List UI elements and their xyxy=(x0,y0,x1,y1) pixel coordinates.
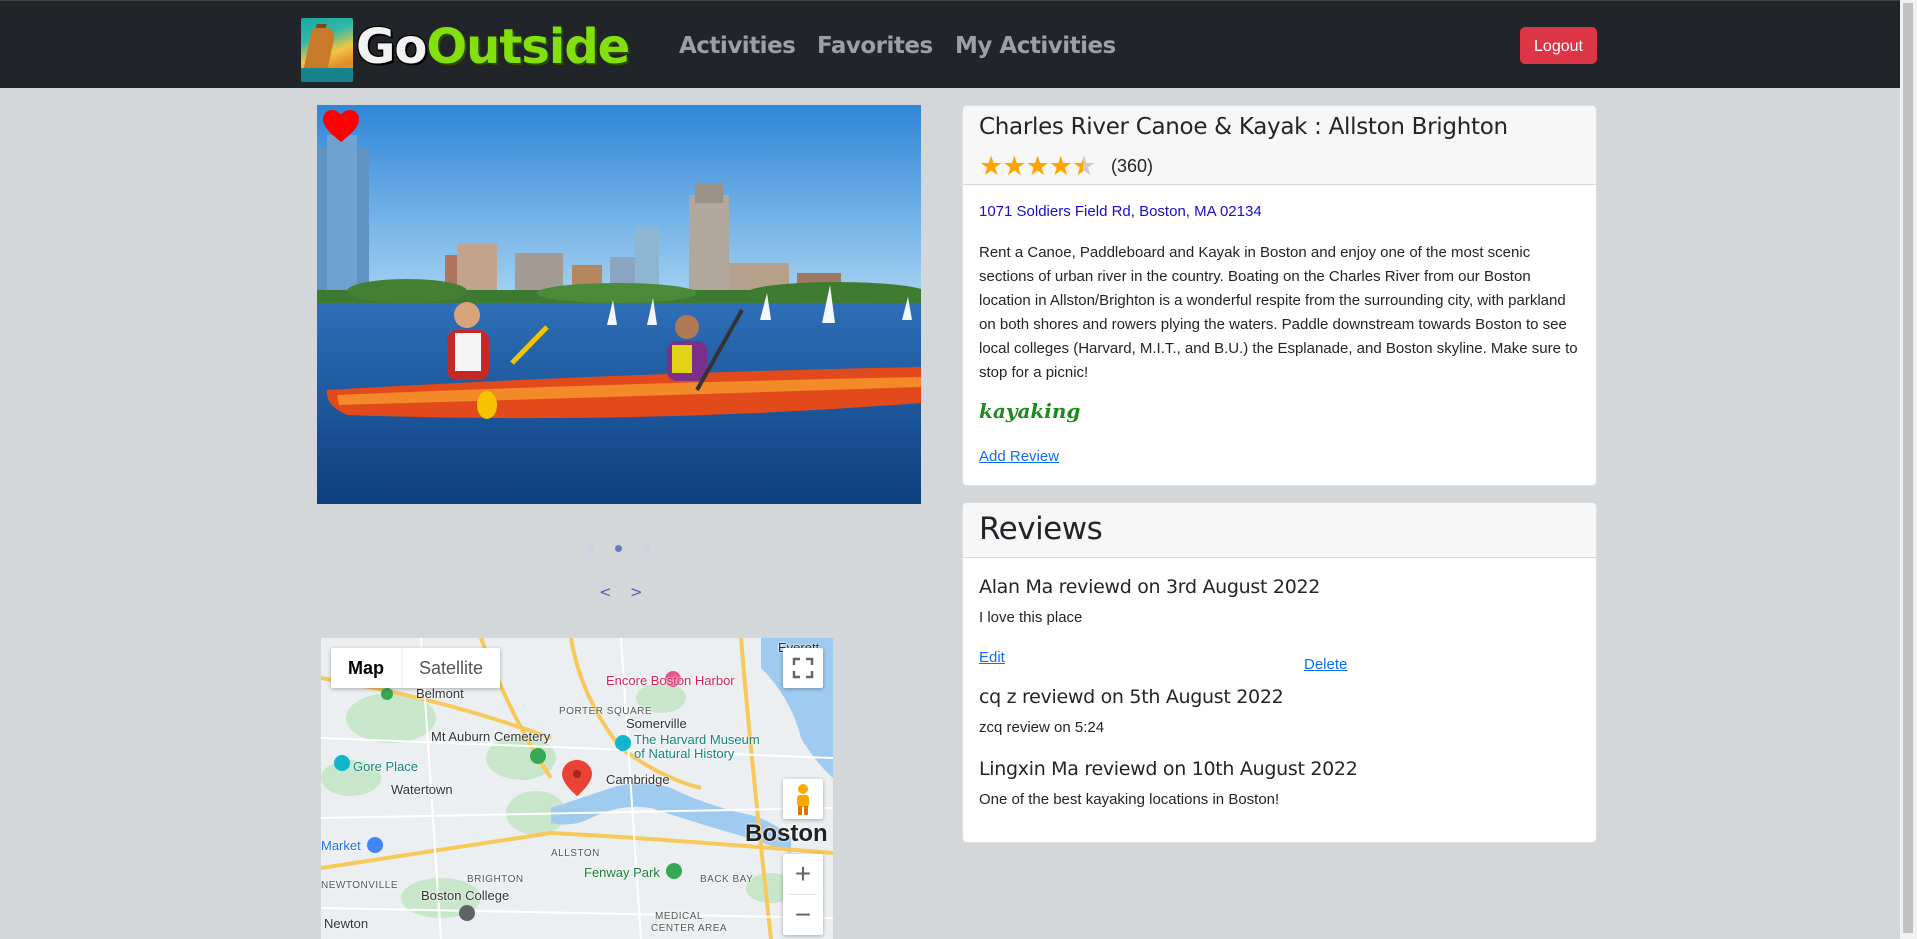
nav-activities[interactable]: Activities xyxy=(679,31,796,61)
map-label-medical-2: CENTER AREA xyxy=(651,923,728,934)
logout-button[interactable]: Logout xyxy=(1520,27,1597,64)
carousel-next-button[interactable]: > xyxy=(630,583,643,601)
map-label-mt-auburn: Mt Auburn Cemetery xyxy=(431,729,551,744)
nav-my-activities[interactable]: My Activities xyxy=(955,31,1116,61)
star-icon: ★ xyxy=(979,151,1003,181)
map-label-harvard-museum-2: of Natural History xyxy=(634,746,735,761)
carousel-prev-button[interactable]: < xyxy=(599,583,612,601)
favorite-heart-icon[interactable] xyxy=(323,110,359,144)
star-icon: ★ xyxy=(1025,151,1049,181)
map-label-fenway: Fenway Park xyxy=(584,865,660,880)
reviews-heading: Reviews xyxy=(979,511,1103,547)
map-label-medical-1: MEDICAL xyxy=(655,911,703,922)
carousel-image xyxy=(317,105,921,504)
rating-count: (360) xyxy=(1111,156,1154,176)
map-label-belmont: Belmont xyxy=(416,686,464,701)
map-label-boston-college: Boston College xyxy=(421,888,510,903)
google-map[interactable]: Everett Encore Boston Harbor Belmont POR… xyxy=(321,638,833,939)
map-label-somerville: Somerville xyxy=(626,716,687,731)
half-star-icon: ★★ xyxy=(1071,151,1096,181)
activity-address-link[interactable]: 1071 Soldiers Field Rd, Boston, MA 02134 xyxy=(979,203,1262,220)
zoom-in-button[interactable]: + xyxy=(783,854,823,894)
activity-title: Charles River Canoe & Kayak : Allston Br… xyxy=(979,114,1508,140)
fullscreen-icon xyxy=(792,657,814,679)
map-label-watertown: Watertown xyxy=(391,782,453,797)
map-label-newtonville: NEWTONVILLE xyxy=(321,880,398,891)
activity-description: Rent a Canoe, Paddleboard and Kayak in B… xyxy=(979,244,1578,381)
zoom-control: + − xyxy=(783,854,823,935)
street-view-pegman-button[interactable] xyxy=(783,779,823,819)
review-body: zcq review on 5:24 xyxy=(979,719,1105,736)
map-label-harvard-museum-1: The Harvard Museum xyxy=(634,732,760,747)
nav-favorites[interactable]: Favorites xyxy=(817,31,933,61)
activity-card-header: Charles River Canoe & Kayak : Allston Br… xyxy=(963,106,1596,185)
brand-outside: Outside xyxy=(426,19,630,75)
star-icon: ★ xyxy=(1048,151,1073,181)
carousel-indicator-3[interactable] xyxy=(643,545,650,552)
review-header: Alan Ma reviewd on 3rd August 2022 xyxy=(979,576,1321,598)
map-label-cambridge: Cambridge xyxy=(606,772,670,787)
pegman-icon xyxy=(797,784,809,815)
review-body: I love this place xyxy=(979,609,1083,626)
fullscreen-button[interactable] xyxy=(783,648,823,688)
logo-image[interactable] xyxy=(301,18,353,82)
map-label-brighton: BRIGHTON xyxy=(467,874,524,885)
zoom-out-button[interactable]: − xyxy=(783,895,823,935)
review-body: One of the best kayaking locations in Bo… xyxy=(979,791,1280,808)
map-type-satellite-button[interactable]: Satellite xyxy=(401,648,500,688)
delete-review-link[interactable]: Delete xyxy=(1304,656,1347,673)
navbar: GoOutside Activities Favorites My Activi… xyxy=(0,0,1900,88)
map-type-map-button[interactable]: Map xyxy=(331,648,401,688)
review-header: cq z reviewd on 5th August 2022 xyxy=(979,686,1284,708)
scrollbar-thumb[interactable] xyxy=(1903,3,1913,933)
carousel-indicator-1[interactable] xyxy=(587,545,594,552)
reviews-card-header: Reviews xyxy=(963,503,1596,558)
map-label-encore: Encore Boston Harbor xyxy=(606,673,735,688)
map-label-back-bay: BACK BAY xyxy=(700,874,754,885)
map-label-allston: ALLSTON xyxy=(551,848,600,859)
map-label-market: Market xyxy=(321,838,361,853)
kayak-photo xyxy=(317,105,921,504)
edit-review-link[interactable]: Edit xyxy=(979,649,1005,666)
star-icon: ★ xyxy=(1002,151,1026,181)
map-label-boston: Boston xyxy=(745,820,828,847)
brand-logo[interactable]: GoOutside xyxy=(356,17,630,77)
carousel-indicator-2[interactable] xyxy=(615,545,622,552)
map-label-newton: Newton xyxy=(324,916,369,931)
activity-tag: kayaking xyxy=(979,399,1081,423)
review-header: Lingxin Ma reviewd on 10th August 2022 xyxy=(979,758,1358,780)
map-type-control: Map Satellite xyxy=(331,648,501,688)
activity-card: Charles River Canoe & Kayak : Allston Br… xyxy=(962,105,1597,486)
map-label-gore-place: Gore Place xyxy=(353,759,419,774)
reviews-card: Reviews Alan Ma reviewd on 3rd August 20… xyxy=(962,502,1597,843)
add-review-link[interactable]: Add Review xyxy=(979,448,1059,465)
brand-go: Go xyxy=(356,19,427,75)
page-scrollbar[interactable] xyxy=(1900,0,1917,939)
rating-stars: ★★★★★★ xyxy=(979,151,1096,181)
